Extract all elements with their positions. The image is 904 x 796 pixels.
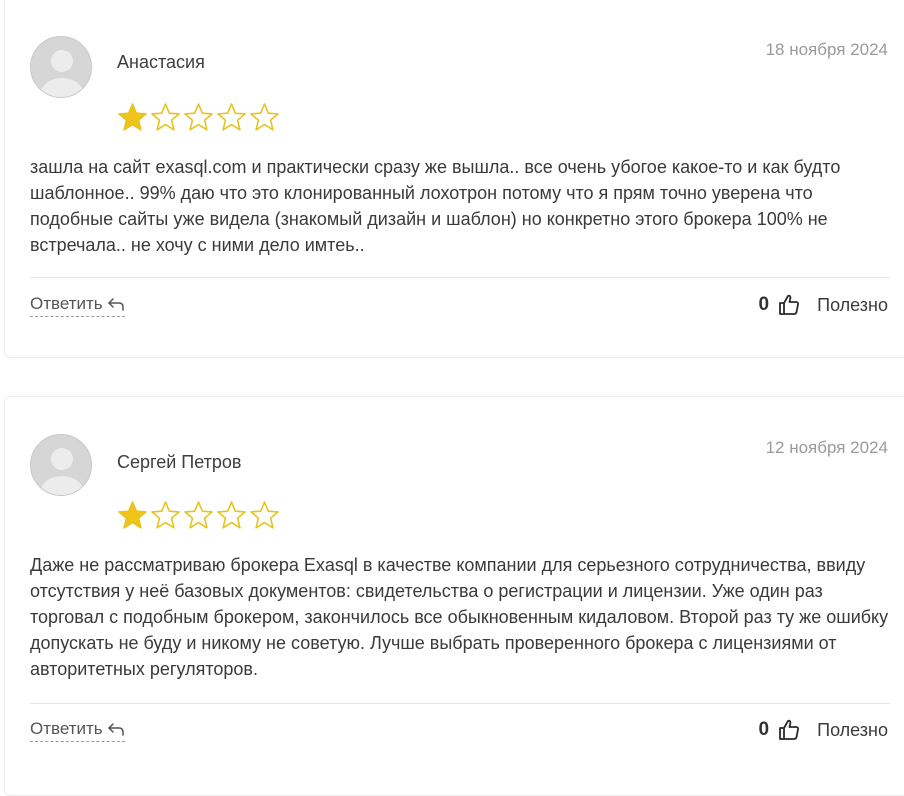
helpful-label: Полезно (817, 719, 888, 740)
review-card: Сергей Петров 12 ноября 2024 Даже не рас… (4, 396, 904, 796)
thumbs-up-icon[interactable] (777, 293, 801, 317)
user-silhouette-icon (31, 435, 91, 495)
reply-button[interactable]: Ответить (30, 294, 125, 317)
star-empty-icon (151, 103, 180, 131)
helpful-label: Полезно (817, 294, 888, 315)
review-date: 12 ноября 2024 (765, 438, 888, 457)
helpful-block: 0 Полезно (759, 718, 888, 742)
reply-label: Ответить (30, 294, 103, 313)
divider (30, 703, 890, 704)
reply-arrow-icon (107, 298, 124, 311)
star-empty-icon (217, 103, 246, 131)
star-empty-icon (184, 103, 213, 131)
star-filled-icon (118, 103, 147, 131)
user-silhouette-icon (31, 37, 91, 97)
review-card: Анастасия 18 ноября 2024 зашла на сайт e… (4, 0, 904, 358)
star-empty-icon (184, 501, 213, 529)
rating-stars (117, 500, 280, 530)
helpful-count: 0 (758, 294, 770, 315)
rating-stars (117, 102, 280, 132)
review-author: Сергей Петров (117, 452, 242, 472)
star-empty-icon (151, 501, 180, 529)
reply-arrow-icon (107, 723, 124, 736)
helpful-block: 0 Полезно (759, 293, 888, 317)
review-text: зашла на сайт exasql.com и практически с… (30, 157, 841, 255)
reply-label: Ответить (30, 719, 103, 738)
review-date: 18 ноября 2024 (765, 40, 888, 59)
thumbs-up-icon[interactable] (777, 718, 801, 742)
review-author: Анастасия (117, 52, 205, 72)
star-empty-icon (217, 501, 246, 529)
helpful-count: 0 (758, 719, 770, 740)
avatar (30, 36, 92, 98)
star-empty-icon (250, 501, 279, 529)
reply-button[interactable]: Ответить (30, 719, 125, 742)
star-filled-icon (118, 501, 147, 529)
divider (30, 277, 890, 278)
avatar (30, 434, 92, 496)
star-empty-icon (250, 103, 279, 131)
review-text: Даже не рассматриваю брокера Exasql в ка… (30, 555, 889, 679)
